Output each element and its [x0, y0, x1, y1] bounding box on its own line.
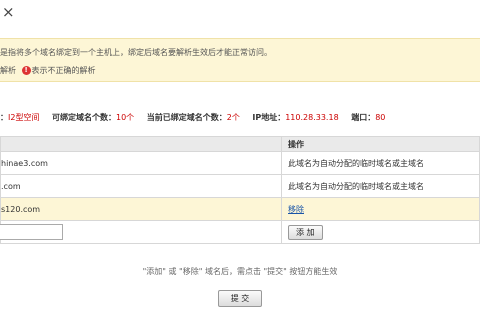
space-type-label: ： — [0, 113, 8, 122]
add-domain-button[interactable]: 添 加 — [288, 224, 323, 240]
table-row: s120.com 移除 — [0, 197, 480, 221]
submit-area: 提 交 — [0, 290, 480, 307]
max-domains-value: 10个 — [116, 113, 135, 122]
legend-line: 解析 ! 表示不正确的解析 — [0, 65, 96, 76]
add-button-cell: 添 加 — [281, 220, 480, 244]
close-icon[interactable]: × — [2, 3, 15, 21]
table-row: .com 此域名为自动分配的临时域名或主域名 — [0, 174, 480, 198]
ip-label: IP地址： — [252, 113, 286, 122]
domain-table: 操作 hinae3.com 此域名为自动分配的临时域名或主域名 .com 此域名… — [0, 136, 480, 244]
table-row: hinae3.com 此域名为自动分配的临时域名或主域名 — [0, 151, 480, 175]
legend-valid-label: 解析 — [0, 66, 16, 75]
action-column-header: 操作 — [281, 136, 480, 152]
account-info: ：I2型空间 可绑定域名个数：10个 当前已绑定域名个数：2个 IP地址：110… — [0, 112, 395, 123]
remove-cell: 移除 — [281, 197, 480, 221]
remove-domain-link[interactable]: 移除 — [288, 205, 304, 214]
bound-domains-value: 2个 — [226, 113, 240, 122]
add-domain-row: 添 加 — [0, 220, 480, 244]
table-header: 操作 — [0, 136, 480, 152]
port-value: 80 — [375, 113, 386, 122]
domain-cell: .com — [0, 174, 282, 198]
add-input-cell — [0, 220, 282, 244]
domain-cell: hinae3.com — [0, 151, 282, 175]
domain-note: 此域名为自动分配的临时域名或主域名 — [281, 151, 480, 175]
ip-value: 110.28.33.18 — [285, 113, 339, 122]
domain-note: 此域名为自动分配的临时域名或主域名 — [281, 174, 480, 198]
error-status-icon: ! — [21, 66, 31, 75]
max-domains-label: 可绑定域名个数： — [52, 113, 116, 122]
submit-hint: "添加" 或 "移除" 域名后，需点击 "提交" 按钮方能生效 — [142, 267, 338, 276]
port-label: 端口： — [351, 113, 376, 122]
legend-invalid-label: 表示不正确的解析 — [31, 66, 96, 75]
space-type-value: I2型空间 — [8, 113, 40, 122]
domain-cell: s120.com — [0, 197, 282, 221]
notice-panel: 是指将多个域名绑定到一个主机上，绑定后域名要解析生效后才能正常访问。 解析 ! 表… — [0, 38, 480, 82]
top-bar: × — [0, 0, 480, 36]
new-domain-input[interactable] — [0, 224, 63, 240]
domain-column-header — [0, 136, 282, 152]
bound-domains-label: 当前已绑定域名个数： — [146, 113, 227, 122]
notice-text: 是指将多个域名绑定到一个主机上，绑定后域名要解析生效后才能正常访问。 — [0, 48, 272, 57]
submit-button[interactable]: 提 交 — [217, 290, 263, 307]
